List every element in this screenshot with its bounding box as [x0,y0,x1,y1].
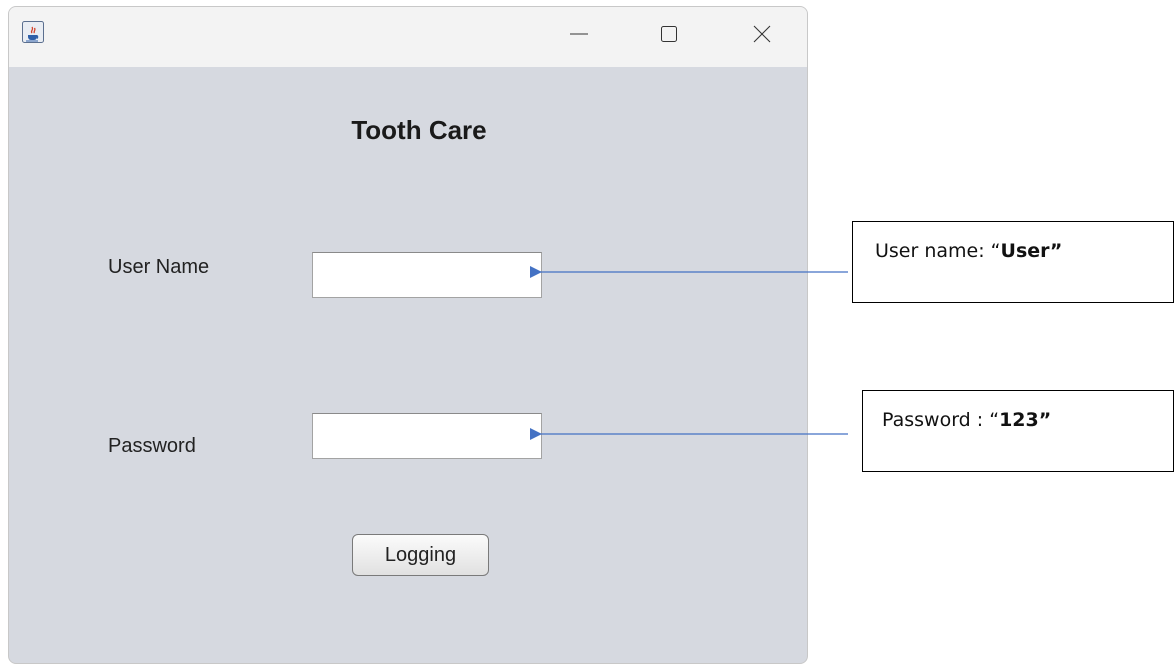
minimize-button[interactable] [561,19,597,49]
title-bar[interactable] [9,7,807,67]
password-callout-prefix: Password : “ [882,409,1000,431]
maximize-button[interactable] [651,19,687,49]
close-button[interactable] [744,19,780,49]
java-coffee-cup-icon [22,21,44,43]
password-label: Password [108,435,196,457]
form-title: Tooth Care [351,115,487,145]
maximize-icon [661,26,677,42]
username-callout: User name: “User” [852,221,1174,303]
login-window: Tooth Care User Name Password Logging [8,6,808,664]
username-input[interactable] [312,252,542,298]
password-callout: Password : “123” [862,390,1174,472]
close-icon [753,25,771,43]
password-callout-value: 123” [999,409,1052,431]
minimize-icon [570,33,588,35]
login-button[interactable]: Logging [352,534,489,576]
username-callout-prefix: User name: “ [875,240,1001,262]
username-callout-value: User” [1000,240,1063,262]
username-label: User Name [108,256,210,278]
screenshot-stage: Tooth Care User Name Password Logging Us… [0,0,1175,666]
password-input[interactable] [312,413,542,459]
